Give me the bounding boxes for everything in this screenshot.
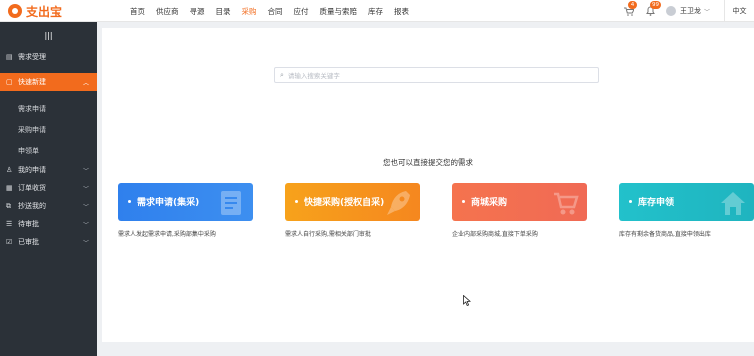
clipboard-icon: [221, 191, 241, 215]
card-description: 需求人发起需求申请,采购部集中采购: [118, 231, 216, 238]
notification-button[interactable]: 99: [644, 1, 661, 18]
nav-item-contracts[interactable]: 合同: [268, 6, 283, 17]
sidebar-item-label: 需求受理: [18, 53, 46, 61]
sidebar-item-label: 订单收货: [18, 184, 46, 192]
card-title: 需求申请(集采): [128, 195, 199, 208]
card-title: 快捷采购(授权自采): [295, 195, 384, 208]
logo-icon: [8, 4, 22, 18]
cart-button[interactable]: 4: [622, 1, 637, 18]
nav-item-catalog[interactable]: 目录: [216, 6, 231, 17]
box-icon: ▦: [6, 184, 13, 192]
nav-item-sourcing[interactable]: 寻源: [190, 6, 205, 17]
checklist-icon: ☰: [6, 220, 13, 228]
tagline: 您也可以直接提交您的需求: [383, 158, 473, 167]
card-title: 库存申领: [629, 195, 674, 208]
card-title: 商城采购: [462, 195, 507, 208]
card-mall-purchase[interactable]: 商城采购: [452, 183, 587, 221]
check-icon: ☑: [6, 238, 13, 246]
search-input[interactable]: ⌕ 请输入搜索关键字: [274, 67, 599, 83]
sidebar-item-cc-me[interactable]: ⧉ 抄送我的 ﹀: [0, 197, 97, 215]
house-icon: [721, 192, 745, 215]
card-description: 库存有剩余备货商品,直接申领出库: [619, 231, 711, 238]
chevron-down-icon: ﹀: [82, 221, 89, 229]
rocket-icon: [387, 191, 410, 215]
app-logo[interactable]: 支出宝: [8, 3, 62, 19]
main-panel: ⌕ 请输入搜索关键字 您也可以直接提交您的需求 需求申请(集采) 需求人发起需求…: [102, 28, 754, 342]
sidebar-item-label: 快速新建: [18, 78, 46, 86]
sidebar-item-label: 抄送我的: [18, 202, 46, 210]
nav-item-quality-claims[interactable]: 质量与索赔: [320, 6, 358, 17]
cart-badge: 4: [627, 1, 637, 9]
avatar: [665, 6, 676, 16]
sidebar-item-my-requests[interactable]: ♙ 我的申请 ﹀: [0, 161, 97, 179]
nav-item-home[interactable]: 首页: [130, 6, 145, 17]
sidebar-item-label: 已审批: [18, 238, 39, 246]
shopping-cart-icon: [554, 192, 579, 215]
copy-icon: ⧉: [6, 201, 11, 210]
sidebar-subitem-demand-request[interactable]: 需求申请: [0, 98, 97, 119]
card-inventory-requisition[interactable]: 库存申领: [619, 183, 754, 221]
nav-item-procurement[interactable]: 采购: [242, 6, 257, 17]
chevron-down-icon: ﹀: [82, 185, 89, 193]
document-icon: ▢: [6, 78, 13, 86]
chevron-up-icon: ︿: [82, 79, 89, 87]
main-nav: 首页 供应商 寻源 目录 采购 合同 应付 质量与索赔 库存 报表: [130, 0, 420, 22]
card-description: 需求人自行采购,需相关部门审批: [285, 231, 371, 238]
nav-item-reports[interactable]: 报表: [394, 6, 409, 17]
chevron-down-icon: ﹀: [82, 203, 89, 211]
sidebar-item-approved[interactable]: ☑ 已审批 ﹀: [0, 233, 97, 251]
sidebar-item-pending-approval[interactable]: ☰ 待审批 ﹀: [0, 215, 97, 233]
sidebar-item-label: 我的申请: [18, 166, 46, 174]
user-menu[interactable]: 王卫龙 ﹀: [665, 6, 710, 16]
person-icon: ♙: [6, 166, 13, 174]
sidebar-item-order-receipt[interactable]: ▦ 订单收货 ﹀: [0, 179, 97, 197]
language-switch[interactable]: 中文: [724, 0, 754, 22]
sidebar-subitem-purchase-request[interactable]: 采购申请: [0, 119, 97, 140]
card-demand-request[interactable]: 需求申请(集采): [118, 183, 253, 221]
top-bar: 支出宝 首页 供应商 寻源 目录 采购 合同 应付 质量与索赔 库存 报表 4 …: [0, 0, 754, 22]
notification-badge: 99: [649, 1, 661, 9]
chevron-down-icon: ﹀: [82, 239, 89, 247]
sidebar-collapse-button[interactable]: |||: [0, 22, 97, 48]
sidebar-item-demand-acceptance[interactable]: ▤ 需求受理: [0, 48, 97, 66]
sidebar-item-quick-create[interactable]: ▢ 快速新建 ︿: [0, 73, 97, 91]
nav-item-inventory[interactable]: 库存: [368, 6, 383, 17]
nav-item-payables[interactable]: 应付: [294, 6, 309, 17]
search-placeholder: 请输入搜索关键字: [287, 72, 340, 80]
card-quick-purchase[interactable]: 快捷采购(授权自采): [285, 183, 420, 221]
sidebar: ||| ▤ 需求受理 ▢ 快速新建 ︿ 需求申请 采购申请 申领单 ♙ 我的申请…: [0, 22, 97, 356]
sidebar-subitem-requisition[interactable]: 申领单: [0, 140, 97, 161]
chevron-down-icon: ﹀: [703, 8, 710, 16]
nav-item-suppliers[interactable]: 供应商: [156, 6, 179, 17]
sidebar-item-label: 待审批: [18, 220, 39, 228]
chevron-down-icon: ﹀: [82, 167, 89, 175]
list-icon: ▤: [6, 53, 13, 61]
card-description: 企业内部采购商城,直接下单采购: [452, 231, 538, 238]
search-icon: ⌕: [280, 70, 284, 79]
hamburger-icon: |||: [44, 30, 53, 40]
mouse-pointer-icon: [463, 295, 471, 306]
user-name: 王卫龙: [679, 7, 701, 15]
logo-text: 支出宝: [26, 4, 63, 19]
top-right-tools: 4 99 王卫龙 ﹀ 中文: [622, 0, 754, 22]
